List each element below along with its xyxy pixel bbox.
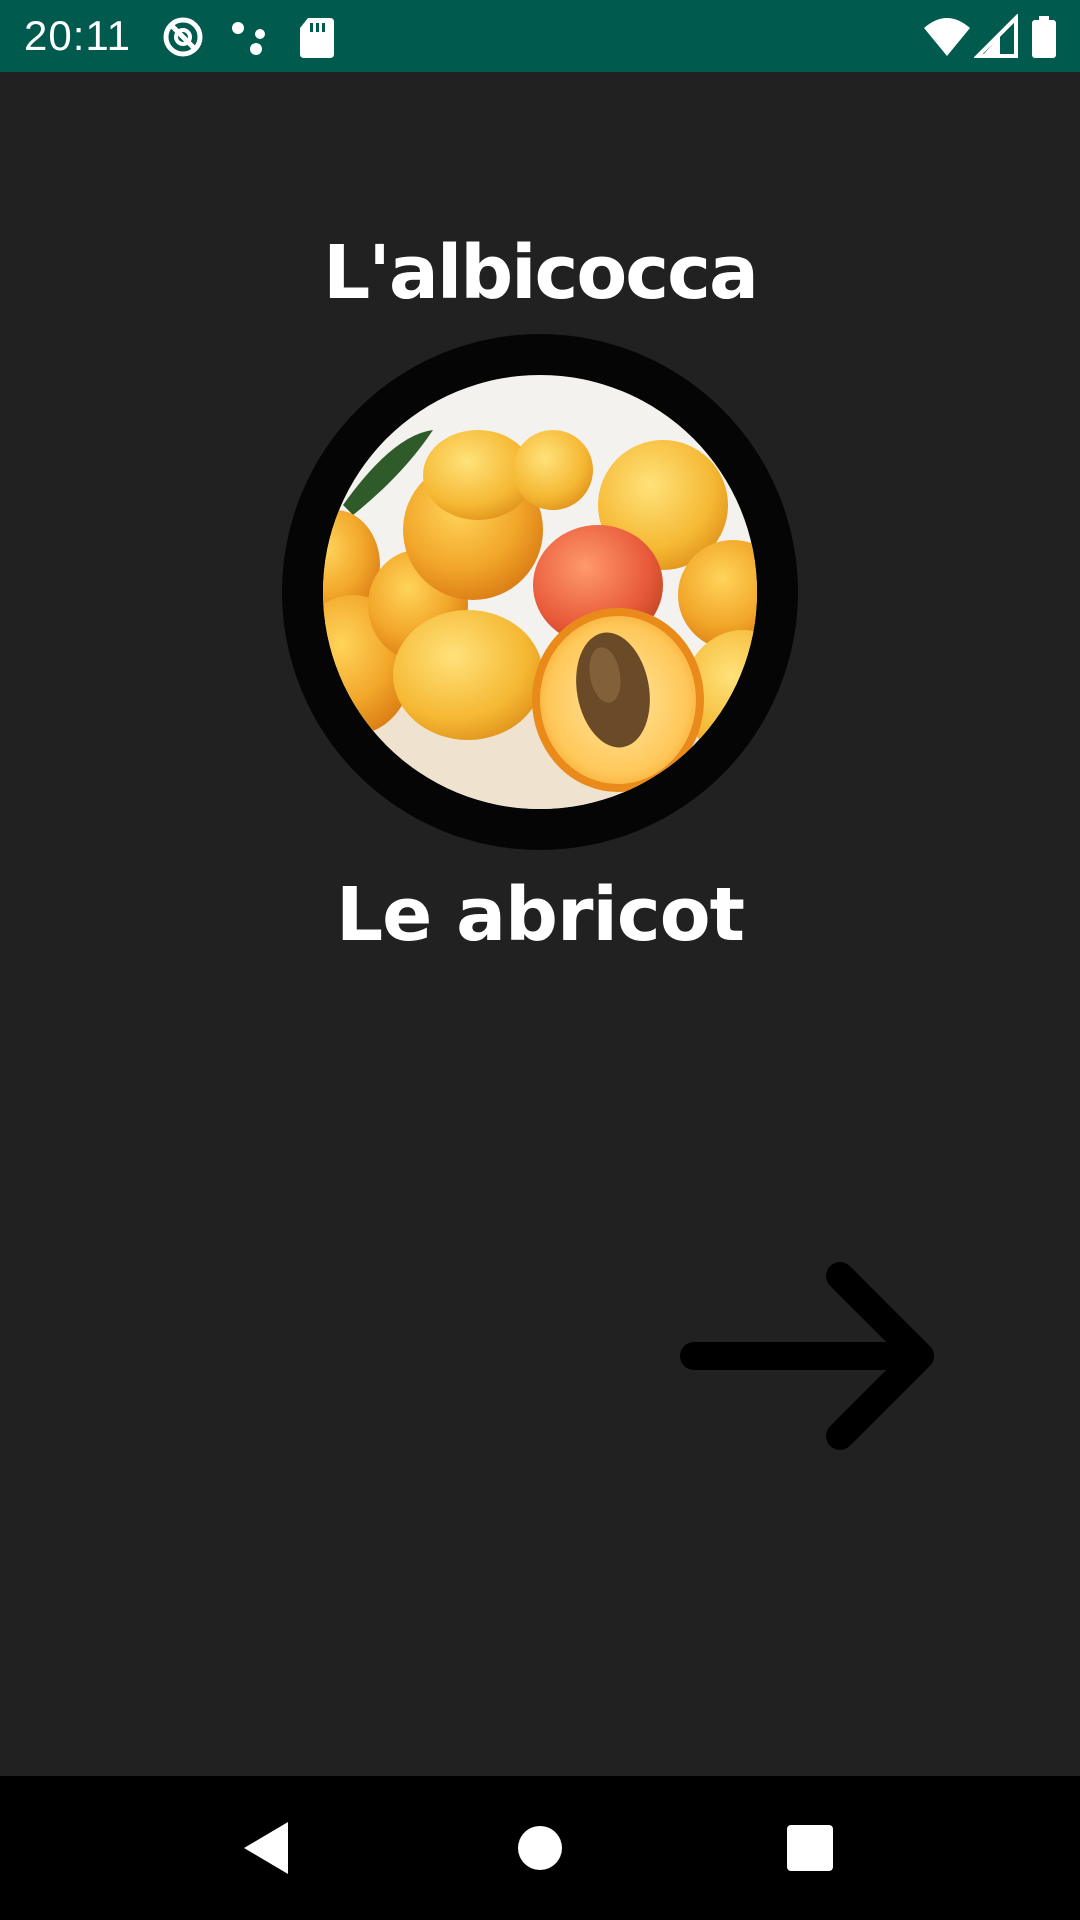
- sd-card-icon: [300, 18, 334, 58]
- navigation-bar: [0, 1776, 1080, 1920]
- back-icon[interactable]: [226, 1808, 306, 1888]
- recents-icon[interactable]: [770, 1808, 850, 1888]
- arrow-right-icon[interactable]: [680, 1250, 940, 1450]
- wifi-icon: [924, 18, 970, 56]
- battery-icon: [1032, 16, 1056, 58]
- assistant-dots-icon: [232, 22, 265, 55]
- fruit-image-frame: [282, 334, 798, 850]
- do-not-disturb-icon: [163, 17, 203, 57]
- app-screen: 20:11 L'albicocca Le abricot: [0, 0, 1080, 1920]
- status-bar: 20:11: [0, 0, 1080, 72]
- apricot-photo: [323, 375, 757, 809]
- cell-signal-icon: [974, 14, 1018, 58]
- french-word-subtitle: Le abricot: [336, 872, 745, 958]
- italian-word-title: L'albicocca: [323, 230, 759, 316]
- home-icon[interactable]: [500, 1808, 580, 1888]
- status-time: 20:11: [24, 12, 131, 59]
